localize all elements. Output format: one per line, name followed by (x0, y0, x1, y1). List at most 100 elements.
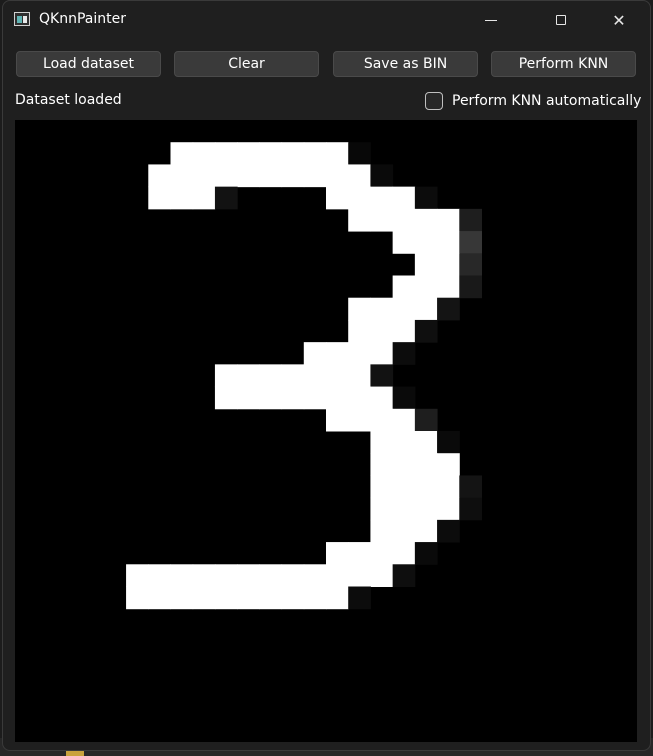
canvas-pixel (237, 364, 260, 388)
perform-knn-button[interactable]: Perform KNN (491, 51, 636, 77)
canvas-pixel (259, 142, 283, 165)
canvas-pixel (414, 231, 438, 254)
canvas-pixel (392, 519, 416, 543)
canvas-pixel (259, 564, 283, 587)
canvas-pixel (348, 208, 371, 232)
window-title: QKnnPainter (39, 11, 126, 27)
canvas-pixel (414, 319, 438, 343)
canvas-pixel (392, 408, 416, 432)
canvas-pixel (392, 564, 416, 587)
canvas-pixel (281, 164, 305, 188)
canvas-pixel (370, 386, 394, 410)
auto-knn-checkbox-row[interactable]: Perform KNN automatically (425, 90, 641, 112)
canvas-pixel (303, 386, 327, 410)
canvas-pixel (348, 408, 371, 432)
canvas-pixel (414, 453, 438, 476)
canvas-pixel (281, 364, 305, 388)
canvas-pixel (348, 364, 371, 388)
clear-button[interactable]: Clear (174, 51, 319, 77)
qt-app-icon (14, 12, 30, 26)
canvas-pixel (459, 208, 482, 232)
canvas-pixel (414, 208, 438, 232)
canvas-pixel (237, 586, 260, 610)
canvas-pixel (237, 386, 260, 410)
canvas-pixel (437, 519, 460, 543)
canvas-pixel (370, 497, 394, 521)
canvas-pixel (437, 253, 460, 276)
canvas-pixel (214, 586, 238, 610)
canvas-pixel (459, 497, 482, 521)
minimize-icon (485, 19, 497, 21)
canvas-pixel (414, 497, 438, 521)
close-button[interactable]: ✕ (596, 1, 642, 39)
canvas-pixel (414, 297, 438, 321)
canvas-pixel (281, 564, 305, 587)
maximize-icon (556, 15, 566, 25)
canvas-pixel (214, 186, 238, 210)
canvas-pixel (259, 386, 283, 410)
canvas-pixel (126, 586, 149, 610)
maximize-button[interactable] (538, 1, 584, 39)
canvas-pixel (348, 386, 371, 410)
canvas-pixel (414, 275, 438, 299)
canvas-pixel (303, 364, 327, 388)
canvas-pixel (326, 142, 349, 165)
canvas-pixel (370, 453, 394, 476)
canvas-pixel (392, 386, 416, 410)
canvas-pixel (437, 453, 460, 476)
canvas-pixel (392, 186, 416, 210)
canvas-pixel (126, 564, 149, 587)
canvas-pixel (459, 253, 482, 276)
canvas-pixel (459, 231, 482, 254)
canvas-pixel (437, 231, 460, 254)
canvas-pixel (414, 431, 438, 454)
close-icon: ✕ (612, 10, 626, 30)
canvas-pixel (148, 586, 171, 610)
canvas-pixel (303, 342, 327, 365)
canvas-pixel (414, 186, 438, 210)
auto-knn-checkbox[interactable] (425, 92, 443, 110)
canvas-pixel (348, 164, 371, 188)
canvas-pixel (437, 297, 460, 321)
canvas-pixel (192, 586, 216, 610)
save-as-bin-button[interactable]: Save as BIN (333, 51, 478, 77)
canvas-pixel (259, 586, 283, 610)
canvas-pixel (370, 164, 394, 188)
canvas-pixel (326, 564, 349, 587)
canvas-pixel (459, 475, 482, 499)
canvas-pixel (437, 431, 460, 454)
canvas-pixel (326, 586, 349, 610)
canvas-pixel (437, 475, 460, 499)
canvas-pixel (170, 142, 194, 165)
canvas-pixel (370, 208, 394, 232)
canvas-pixel (392, 231, 416, 254)
canvas-pixel (392, 542, 416, 565)
canvas-pixel (348, 297, 371, 321)
canvas-pixel (148, 564, 171, 587)
canvas-pixel (326, 164, 349, 188)
canvas-pixel (259, 364, 283, 388)
canvas-pixel (370, 297, 394, 321)
canvas-pixel (437, 497, 460, 521)
load-dataset-button[interactable]: Load dataset (16, 51, 161, 77)
canvas-pixel (237, 164, 260, 188)
canvas-pixel (214, 164, 238, 188)
canvas-pixel (148, 186, 171, 210)
minimize-button[interactable] (468, 1, 514, 39)
canvas-pixel (326, 408, 349, 432)
canvas-pixel (392, 275, 416, 299)
canvas-pixel (348, 564, 371, 587)
canvas-pixel (303, 564, 327, 587)
canvas-pixel (326, 186, 349, 210)
canvas-pixel (214, 386, 238, 410)
canvas-pixel (414, 519, 438, 543)
canvas-pixel (237, 564, 260, 587)
canvas-pixel (392, 319, 416, 343)
canvas-pixel (303, 142, 327, 165)
title-bar[interactable]: QKnnPainter ✕ (3, 1, 650, 39)
canvas-pixel (392, 297, 416, 321)
drawing-canvas[interactable] (15, 120, 637, 742)
canvas-pixel (370, 342, 394, 365)
canvas-pixel (192, 142, 216, 165)
canvas-pixel (170, 564, 194, 587)
